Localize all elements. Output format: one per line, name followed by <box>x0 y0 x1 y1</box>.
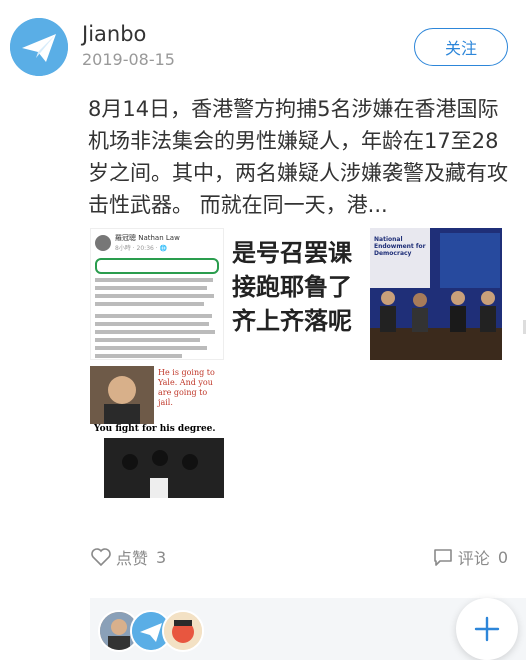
image-text: 是号召罢课 接跑耶鲁了 齐上齐落呢 <box>232 239 352 335</box>
add-button[interactable] <box>456 598 518 660</box>
comment-button[interactable]: 评论 0 <box>432 545 508 569</box>
user-avatar[interactable] <box>10 18 68 76</box>
post-image-4[interactable]: He is going to Yale. And you are going t… <box>90 366 224 498</box>
fb-name: 羅冠聰 Nathan Law <box>115 234 180 242</box>
liker-avatar[interactable] <box>162 610 204 652</box>
username[interactable]: Jianbo <box>82 22 146 46</box>
post-content[interactable]: 8月14日，香港警方拘捕5名涉嫌在香港国际机场非法集会的男性嫌疑人，年龄在17至… <box>88 93 508 221</box>
post-date: 2019-08-15 <box>82 50 175 69</box>
meme-caption-right: He is going to Yale. And you are going t… <box>158 368 215 407</box>
plus-icon <box>474 616 500 642</box>
fb-text-lines <box>91 278 223 358</box>
like-label: 点赞 <box>116 549 149 568</box>
post-image-3[interactable]: National Endowment for Democracy <box>370 228 502 360</box>
like-button[interactable]: 点赞 3 <box>90 545 166 569</box>
comment-icon <box>433 549 452 566</box>
follow-button[interactable]: 关注 <box>414 28 508 66</box>
comment-count: 0 <box>497 547 508 567</box>
heart-icon <box>91 548 111 567</box>
post-image-2[interactable]: 是号召罢课 接跑耶鲁了 齐上齐落呢 <box>226 228 366 360</box>
comment-label: 评论 <box>457 549 490 568</box>
paper-plane-icon <box>10 18 68 76</box>
meme-caption-bottom: You fight for his degree. <box>94 424 216 434</box>
ned-banner: National Endowment for Democracy <box>374 236 426 257</box>
like-count: 3 <box>156 547 167 567</box>
fb-avatar <box>95 234 111 251</box>
highlight-oval <box>95 258 219 274</box>
fb-sub: 8小時 · 20:36 · 🌐 <box>115 245 168 252</box>
post-image-1[interactable]: 羅冠聰 Nathan Law 8小時 · 20:36 · 🌐 <box>90 228 224 360</box>
